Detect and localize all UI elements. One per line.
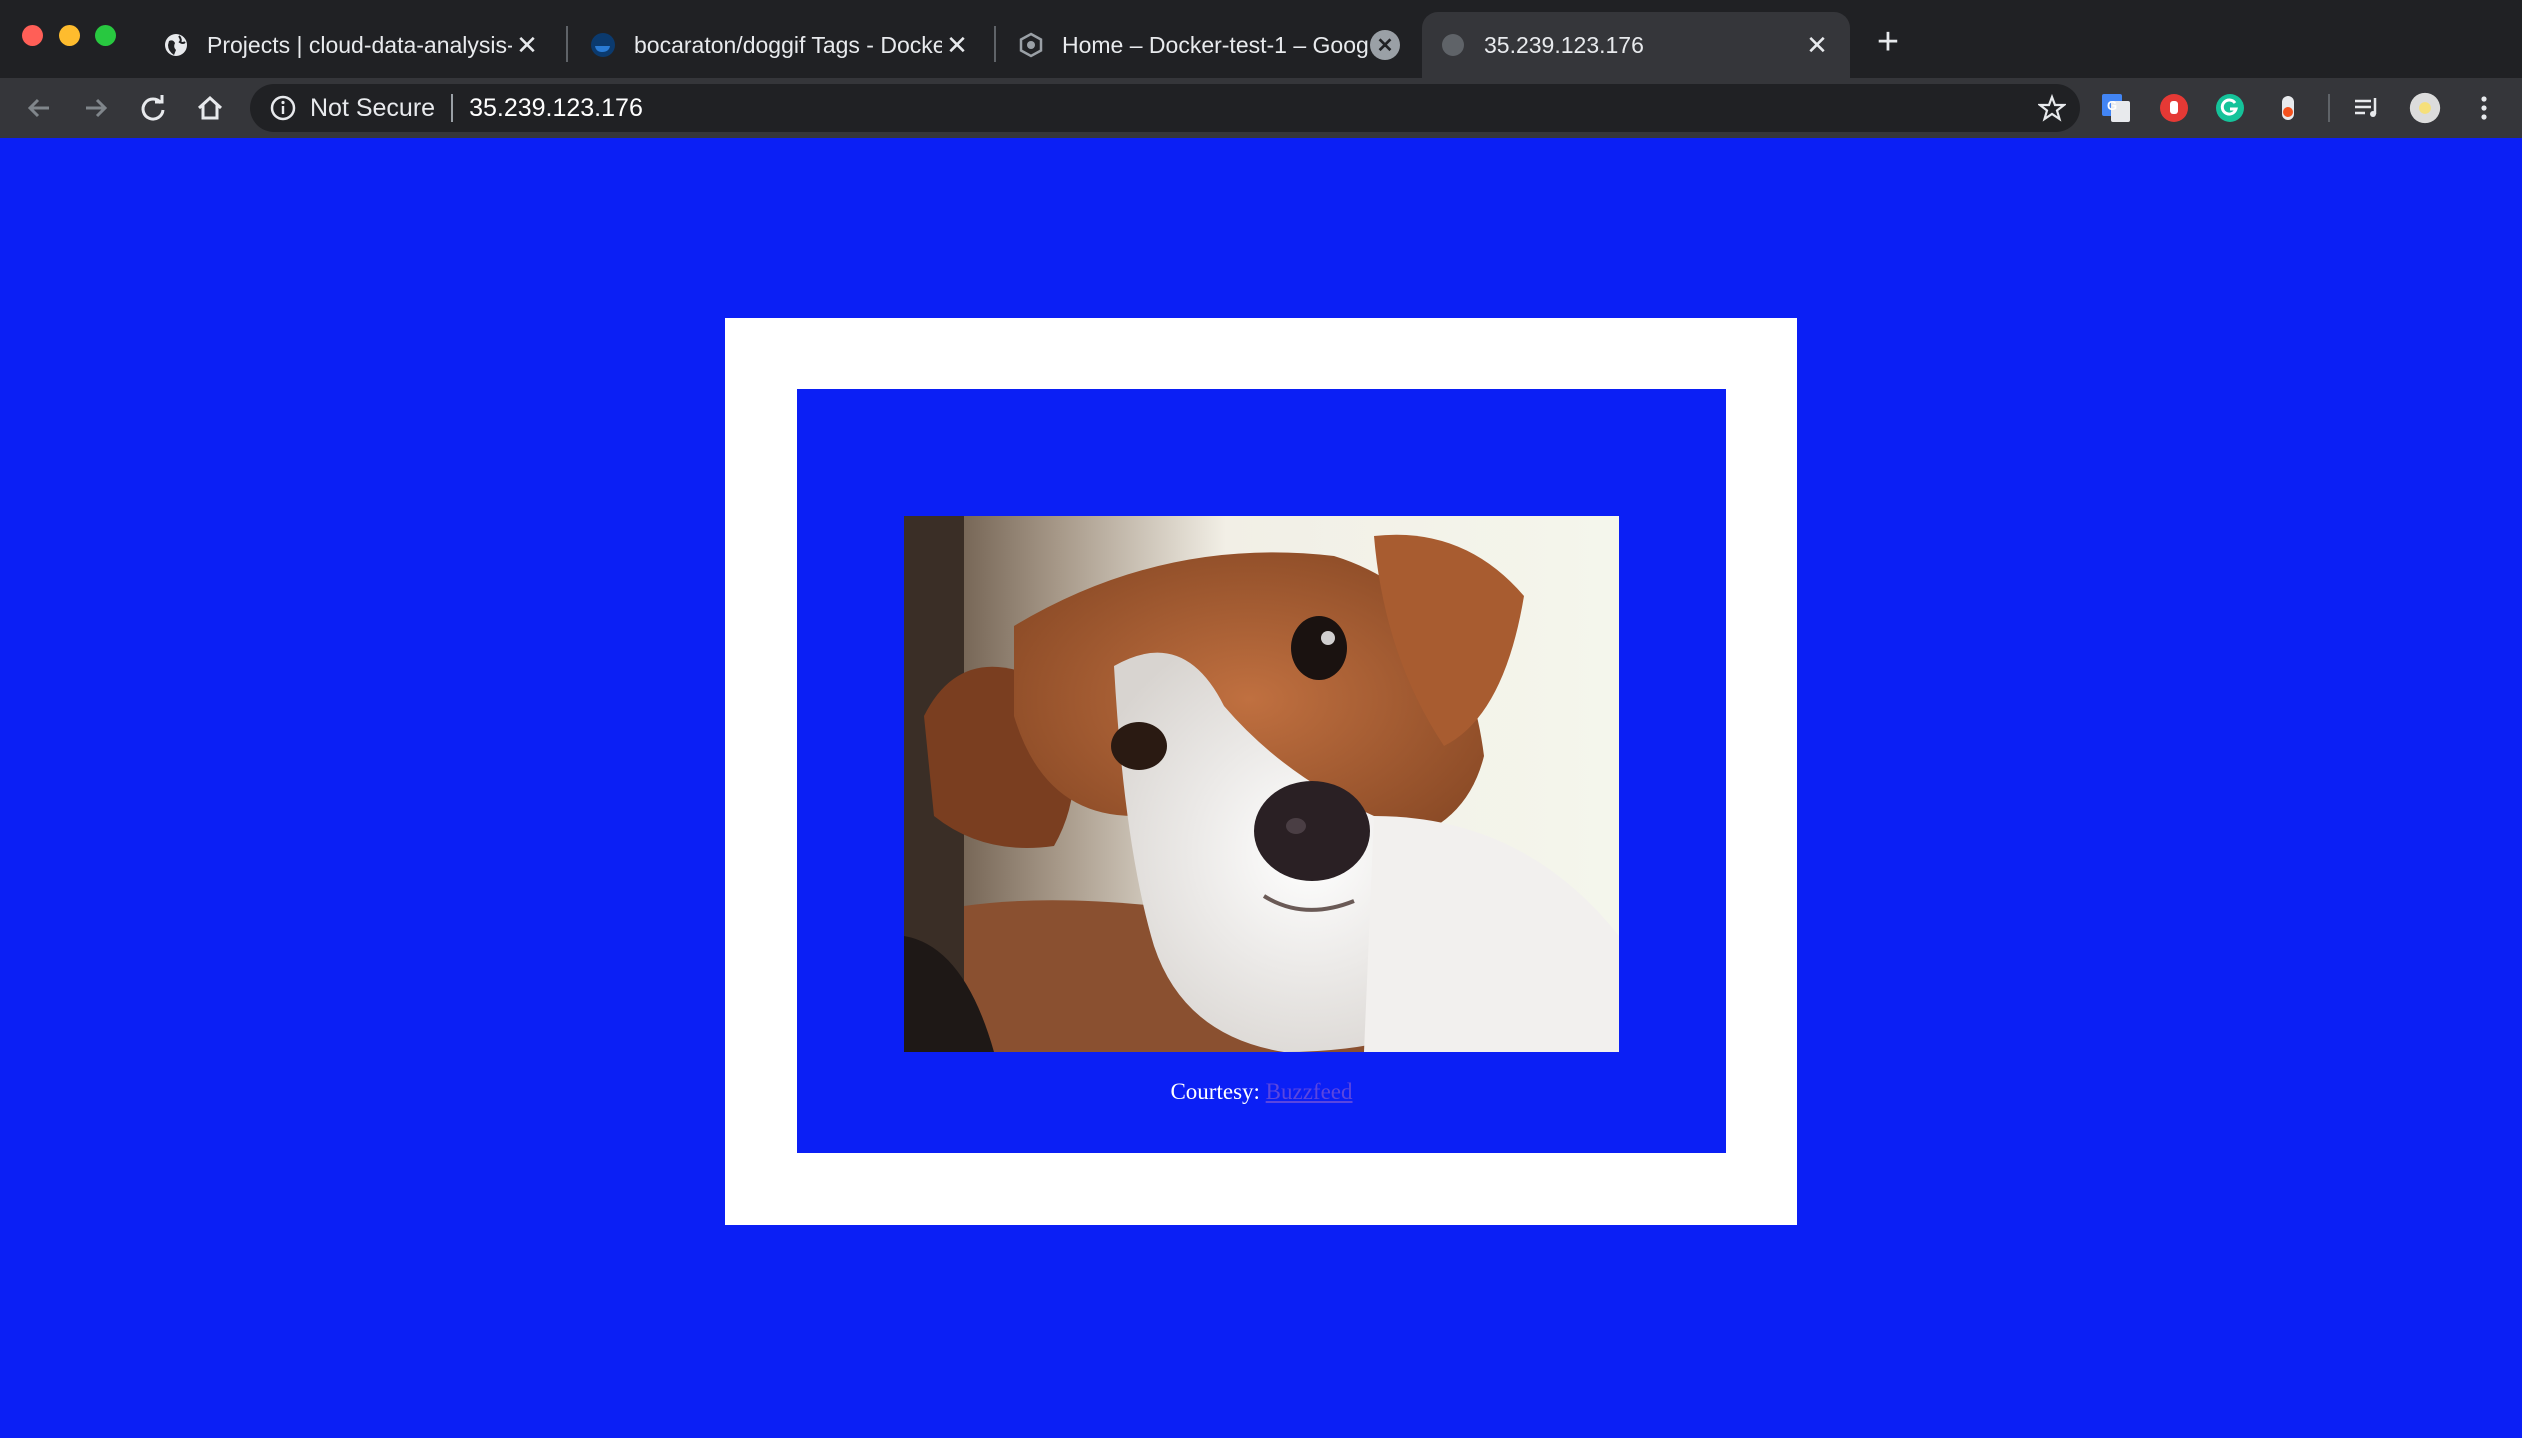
svg-text:G: G xyxy=(2107,98,2117,113)
media-control-icon[interactable] xyxy=(2351,92,2383,124)
globe-icon xyxy=(1440,32,1466,58)
address-divider xyxy=(451,94,454,122)
globe-icon xyxy=(163,32,189,58)
new-tab-button[interactable]: + xyxy=(1868,21,1908,63)
tab-strip: Projects | cloud-data-analysis-at ✕ boca… xyxy=(0,0,2522,78)
url-text[interactable]: 35.239.123.176 xyxy=(469,94,643,123)
profile-avatar[interactable] xyxy=(2409,92,2441,124)
tab-projects[interactable]: Projects | cloud-data-analysis-at ✕ xyxy=(145,12,560,78)
content-panel: DOG GIF OF THE DAY xyxy=(797,389,1726,1153)
google-translate-icon[interactable]: G xyxy=(2100,92,2132,124)
tab-title: Home – Docker-test-1 – Google xyxy=(1062,31,1370,58)
address-bar[interactable]: Not Secure 35.239.123.176 xyxy=(250,84,2080,132)
tab-separator xyxy=(994,26,996,62)
tab-title: 35.239.123.176 xyxy=(1484,31,1644,58)
reload-button[interactable] xyxy=(131,86,175,130)
tab-google-cloud[interactable]: Home – Docker-test-1 – Google ✕ xyxy=(1000,12,1418,78)
info-icon[interactable] xyxy=(270,95,296,121)
maximize-window-button[interactable] xyxy=(95,25,116,46)
bookmark-star-icon[interactable] xyxy=(2038,94,2066,122)
google-cloud-icon xyxy=(1018,32,1044,58)
tab-separator xyxy=(566,26,568,62)
tab-docker[interactable]: bocaraton/doggif Tags - Docker H ✕ xyxy=(572,12,990,78)
extension-icon[interactable] xyxy=(2272,92,2304,124)
stop-hand-extension-icon[interactable] xyxy=(2158,92,2190,124)
back-button[interactable] xyxy=(17,86,61,130)
grammarly-icon[interactable] xyxy=(2214,92,2246,124)
courtesy-link[interactable]: Buzzfeed xyxy=(1266,1079,1353,1104)
security-status: Not Secure xyxy=(310,93,436,122)
close-tab-icon[interactable]: ✕ xyxy=(1802,30,1832,60)
close-tab-icon[interactable]: ✕ xyxy=(1370,30,1400,60)
close-tab-icon[interactable]: ✕ xyxy=(512,30,542,60)
home-button[interactable] xyxy=(188,86,232,130)
content-frame: DOG GIF OF THE DAY xyxy=(725,318,1797,1225)
forward-button[interactable] xyxy=(74,86,118,130)
close-window-button[interactable] xyxy=(22,25,43,46)
courtesy-label: Courtesy: xyxy=(1170,1079,1260,1104)
tab-current-page[interactable]: 35.239.123.176 ✕ xyxy=(1422,12,1850,78)
extension-divider xyxy=(2328,94,2330,122)
tab-title: Projects | cloud-data-analysis-at xyxy=(207,31,512,58)
forward-arrow-icon xyxy=(86,98,108,118)
close-tab-icon[interactable]: ✕ xyxy=(942,30,972,60)
minimize-window-button[interactable] xyxy=(59,25,80,46)
home-icon xyxy=(197,95,223,120)
dog-gif-image xyxy=(904,516,1619,1052)
courtesy-line: Courtesy: Buzzfeed xyxy=(797,1079,1726,1105)
kebab-menu-icon[interactable] xyxy=(2468,92,2500,124)
reload-icon xyxy=(141,95,165,121)
tab-title: bocaraton/doggif Tags - Docker H xyxy=(634,31,942,58)
browser-toolbar: Not Secure 35.239.123.176 G xyxy=(0,78,2522,138)
docker-icon xyxy=(590,32,616,58)
back-arrow-icon xyxy=(27,98,49,118)
